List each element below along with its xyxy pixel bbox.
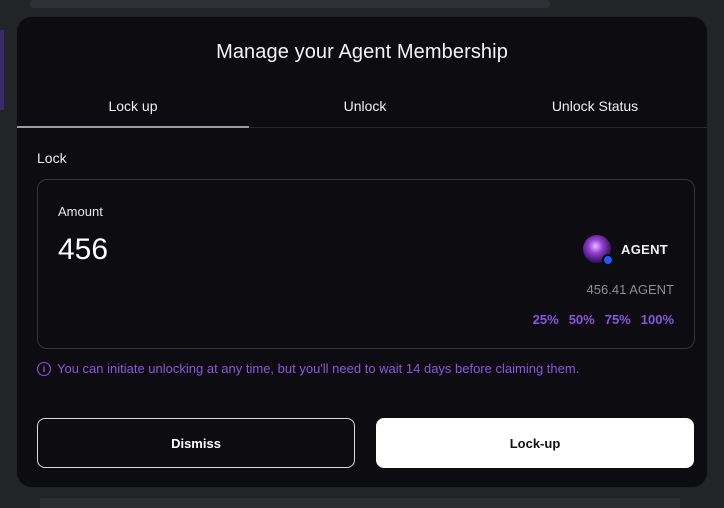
section-label-lock: Lock — [37, 150, 67, 166]
chain-badge-icon — [602, 254, 614, 266]
info-notice: i You can initiate unlocking at any time… — [37, 361, 579, 376]
percent-shortcuts: 25% 50% 75% 100% — [533, 312, 674, 327]
info-icon: i — [37, 361, 51, 376]
amount-input[interactable] — [56, 230, 360, 270]
tab-lock-up[interactable]: Lock up — [17, 91, 249, 128]
agent-token-avatar-icon — [583, 235, 614, 266]
amount-label: Amount — [58, 204, 103, 219]
token-selector: AGENT — [583, 234, 668, 266]
info-text: You can initiate unlocking at any time, … — [57, 361, 580, 376]
tab-unlock-status[interactable]: Unlock Status — [481, 91, 707, 127]
background-footer — [40, 498, 680, 508]
dismiss-button[interactable]: Dismiss — [37, 418, 355, 468]
amount-panel: Amount AGENT 456.41 AGENT 25% 50% 75% 10… — [37, 179, 695, 349]
tab-bar: Lock up Unlock Unlock Status — [17, 91, 707, 128]
lock-up-button[interactable]: Lock-up — [376, 418, 694, 468]
tab-unlock[interactable]: Unlock — [249, 91, 481, 127]
percent-50-button[interactable]: 50% — [569, 312, 595, 327]
token-balance: 456.41 AGENT — [586, 282, 674, 297]
percent-75-button[interactable]: 75% — [605, 312, 631, 327]
membership-modal: Manage your Agent Membership Lock up Unl… — [16, 16, 708, 488]
percent-25-button[interactable]: 25% — [533, 312, 559, 327]
token-symbol: AGENT — [621, 241, 668, 257]
modal-title: Manage your Agent Membership — [216, 41, 508, 63]
background-accent — [0, 30, 4, 110]
background-content — [30, 0, 550, 8]
percent-100-button[interactable]: 100% — [641, 312, 674, 327]
